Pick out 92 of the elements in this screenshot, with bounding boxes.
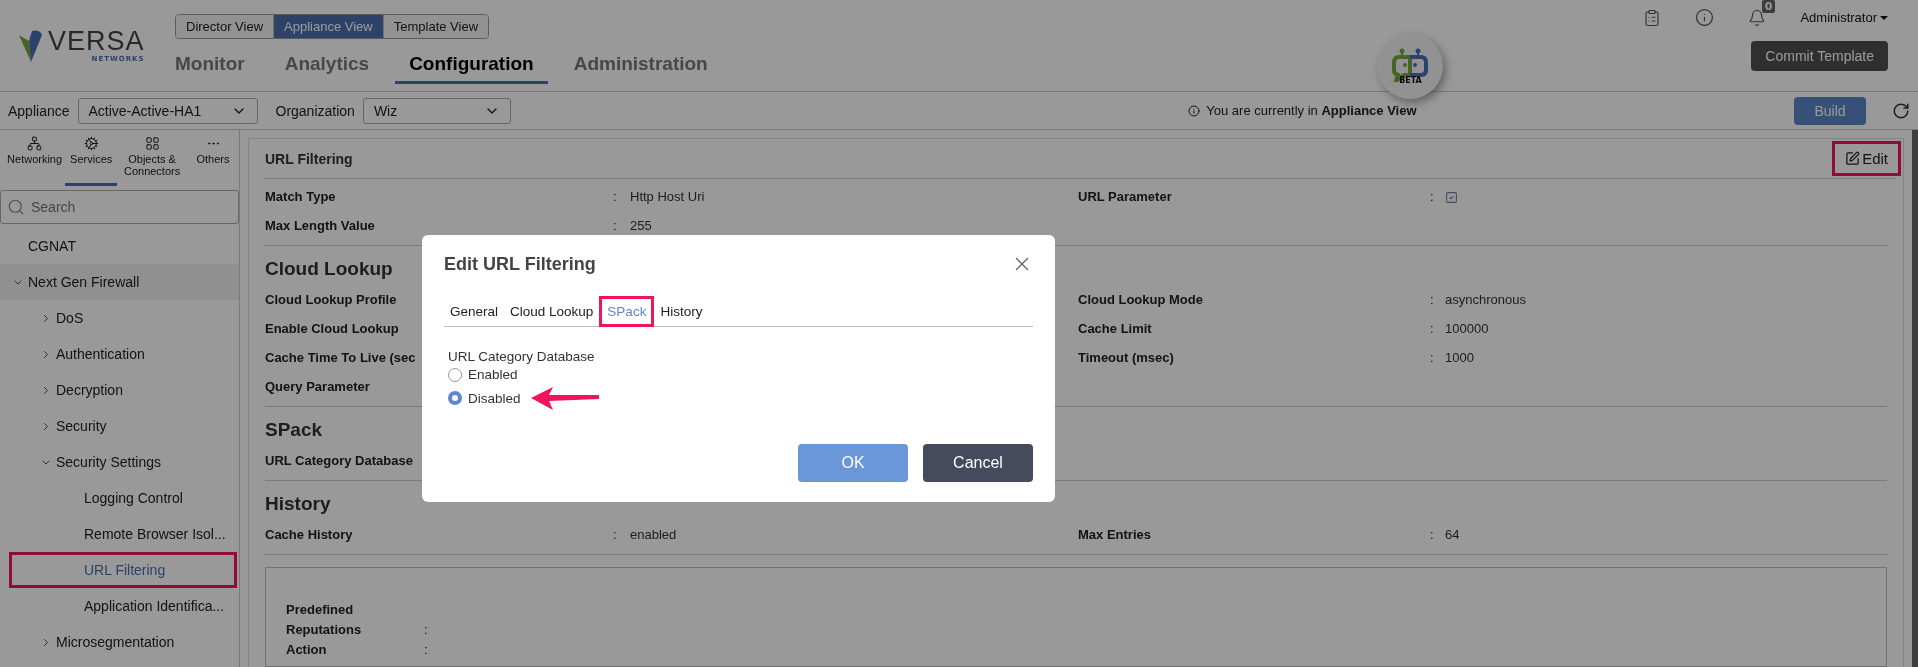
field-label: URL Category Database	[265, 453, 413, 469]
tree-item[interactable]: Remote Browser Isol...	[0, 516, 239, 553]
colon: :	[1430, 350, 1434, 366]
field-label: Cache Limit	[1078, 321, 1152, 337]
field-value: 100000	[1445, 321, 1489, 337]
network-icon	[27, 136, 43, 151]
field-label: URL Category Database	[448, 349, 596, 364]
bell-icon[interactable]	[1748, 8, 1767, 27]
appliance-label: Appliance	[8, 102, 70, 119]
colon: :	[424, 622, 428, 638]
sidebar-tab[interactable]: Objects & Connectors	[117, 136, 187, 187]
commit-template-button[interactable]: Commit Template	[1751, 41, 1888, 71]
colon: :	[613, 527, 617, 543]
group-title: Predefined	[286, 602, 354, 618]
colon: :	[424, 642, 428, 658]
tree-item[interactable]: Authentication	[0, 336, 239, 373]
robot-icon	[1390, 47, 1431, 82]
edit-button[interactable]: Edit	[1832, 141, 1901, 176]
field-label: URL Parameter	[1078, 189, 1172, 205]
view-toggle[interactable]: Appliance View	[273, 15, 383, 38]
beta-label: BETA	[1399, 75, 1422, 85]
search-field[interactable]: Search	[0, 190, 239, 225]
organization-label: Organization	[275, 102, 355, 119]
field-value: asynchronous	[1445, 292, 1526, 308]
dialog-title: Edit URL Filtering	[444, 253, 596, 275]
refresh-icon[interactable]	[1892, 101, 1910, 120]
field-label: Cache Time To Live (sec	[265, 350, 416, 366]
cancel-button[interactable]: Cancel	[923, 444, 1033, 482]
field-label: Query Parameter	[265, 379, 370, 395]
colon: :	[613, 218, 617, 234]
assistant-button[interactable]: BETA	[1377, 33, 1444, 99]
tree-item[interactable]: Microsegmentation	[0, 624, 239, 661]
edit-icon	[1845, 151, 1861, 166]
field-label: Cloud Lookup Mode	[1078, 292, 1203, 308]
field-label: Enable Cloud Lookup	[265, 321, 399, 337]
colon: :	[1430, 292, 1434, 308]
field-value: 64	[1445, 527, 1460, 543]
field-label: Cache History	[265, 527, 353, 543]
section-title: Cloud Lookup	[265, 257, 393, 281]
sidebar-tab[interactable]: Networking	[4, 136, 66, 187]
field-label: Timeout (msec)	[1078, 350, 1174, 366]
dialog-tab[interactable]: History	[654, 300, 709, 327]
field-label: Reputations	[286, 622, 362, 638]
user-menu[interactable]: Administrator	[1800, 10, 1888, 25]
organization-select[interactable]: Wiz	[362, 97, 511, 124]
view-toggle[interactable]: Template View	[382, 15, 489, 38]
field-label: Action	[286, 642, 327, 658]
logo-name: VERSA	[48, 28, 145, 55]
sidebar-tab[interactable]: Services	[65, 136, 118, 187]
dialog-tab[interactable]: Cloud Lookup	[504, 300, 600, 327]
field-value: 255	[630, 218, 652, 234]
tree-item[interactable]: Application Identifica...	[0, 588, 239, 625]
radio-button[interactable]	[448, 367, 462, 382]
dialog-tab[interactable]: General	[444, 300, 505, 327]
card-title: URL Filtering	[265, 150, 353, 167]
info-icon	[1188, 104, 1201, 117]
option-label: Disabled	[468, 390, 521, 406]
colon: :	[1430, 189, 1434, 205]
tree-item[interactable]: Security	[0, 408, 239, 445]
view-notice: You are currently in Appliance View	[1206, 103, 1417, 118]
tree-item[interactable]: URL Filtering	[9, 552, 237, 589]
option-label: Enabled	[468, 367, 518, 382]
field-label: Max Entries	[1078, 527, 1151, 543]
colon: :	[1430, 527, 1434, 543]
tree-item[interactable]: Security Settings	[0, 444, 239, 481]
info-icon[interactable]	[1695, 8, 1715, 27]
colon: :	[613, 189, 617, 205]
search-icon	[7, 198, 25, 217]
field-label: Cloud Lookup Profile	[265, 292, 397, 308]
field-value: Http Host Uri	[630, 189, 705, 205]
field-label: Max Length Value	[265, 218, 375, 234]
colon: :	[1430, 321, 1434, 337]
gears-icon	[83, 136, 99, 151]
section-title: History	[265, 492, 331, 516]
nav-tab[interactable]: Configuration	[395, 53, 548, 84]
tree-item[interactable]: DoS	[0, 300, 239, 337]
field-value: enabled	[630, 527, 677, 543]
sidebar-tab[interactable]: Others	[187, 136, 239, 187]
tree-item[interactable]: Next Gen Firewall	[0, 264, 239, 301]
tree-item[interactable]: Decryption	[0, 372, 239, 409]
radio-button[interactable]	[448, 391, 462, 405]
field-label: Match Type	[265, 189, 336, 205]
clipboard-icon[interactable]	[1643, 8, 1662, 27]
field-value: 1000	[1445, 350, 1474, 366]
appliance-select[interactable]: Active-Active-HA1	[77, 97, 258, 124]
view-toggle[interactable]: Director View	[176, 15, 274, 38]
dialog-tab[interactable]: SPack	[599, 296, 655, 327]
notification-count: 0	[1761, 0, 1776, 13]
tree-item[interactable]: Logging Control	[0, 480, 239, 517]
grid-icon	[144, 136, 160, 151]
section-title: SPack	[265, 418, 323, 442]
logo-icon	[18, 28, 44, 63]
